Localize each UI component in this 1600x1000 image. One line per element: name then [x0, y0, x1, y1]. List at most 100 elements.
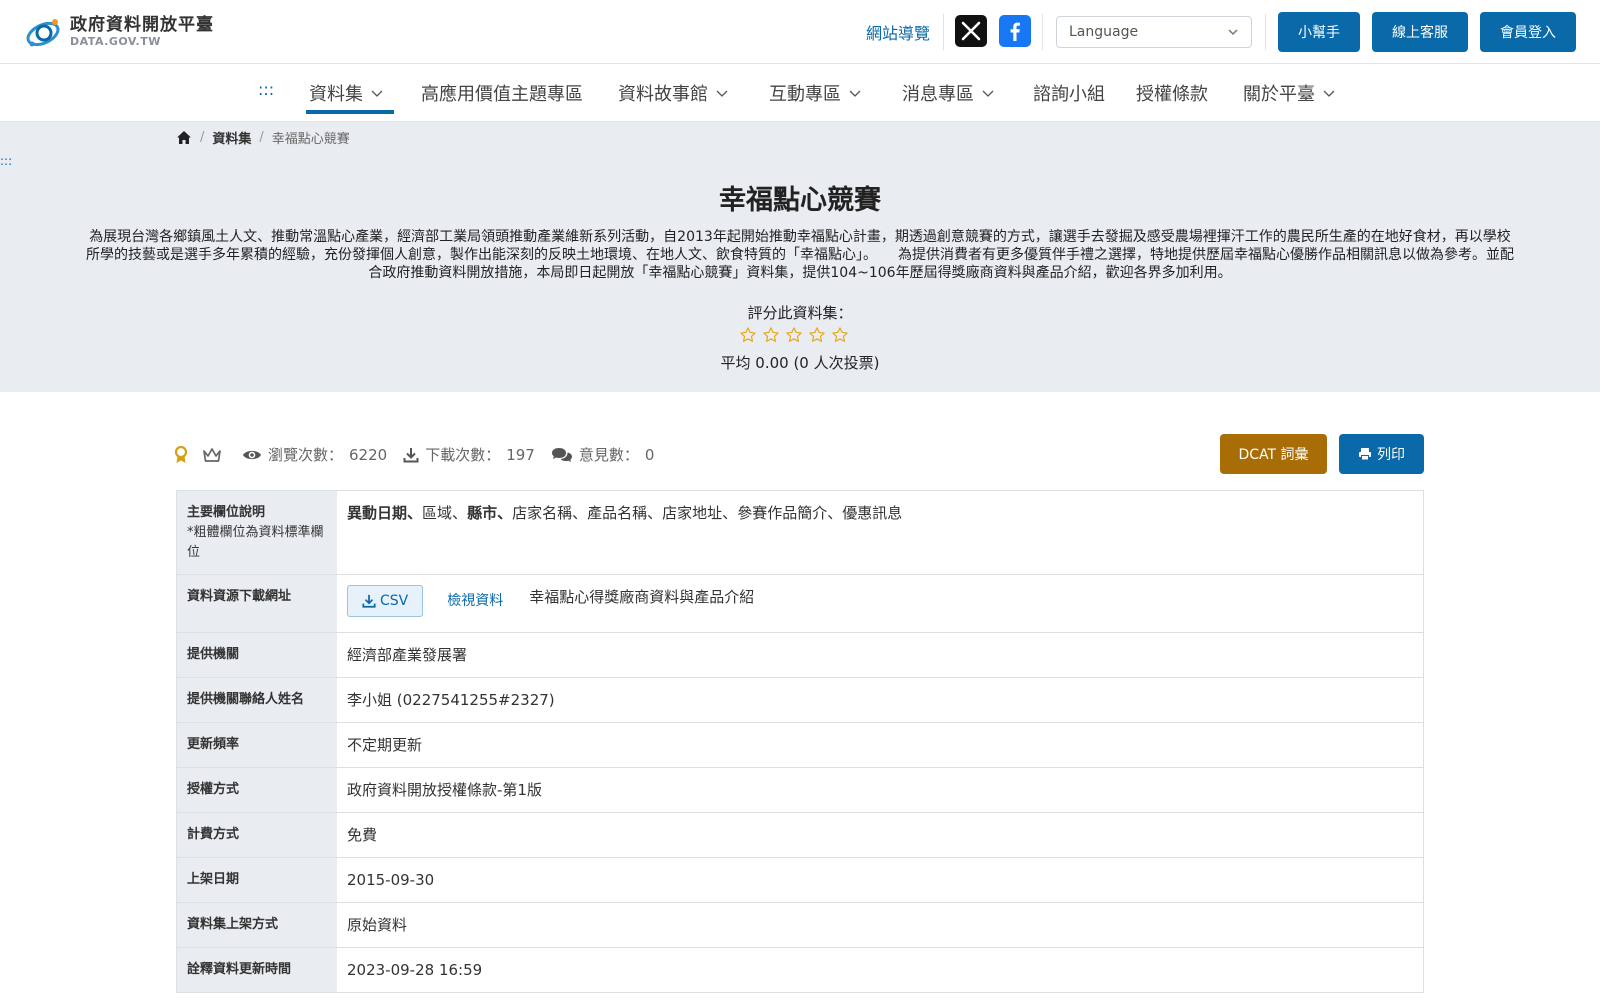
- row-value: 政府資料開放授權條款-第1版: [337, 768, 1423, 812]
- print-button[interactable]: 列印: [1339, 434, 1424, 474]
- accessibility-anchor[interactable]: :::: [258, 80, 274, 99]
- row-value: 不定期更新: [337, 723, 1423, 767]
- nav-label: 諮詢小組: [1033, 84, 1105, 105]
- nav-news[interactable]: 消息專區: [902, 80, 994, 106]
- online-service-button[interactable]: 線上客服: [1372, 12, 1468, 52]
- language-select-value: Language: [1069, 24, 1139, 40]
- star-icon[interactable]: [831, 326, 849, 344]
- resource-name: 幸福點心得獎廠商資料與產品介紹: [529, 588, 755, 606]
- table-row: 計費方式 免費: [177, 813, 1423, 858]
- nav-advisory[interactable]: 諮詢小組: [1033, 80, 1105, 106]
- crown-icon: [202, 447, 222, 463]
- nav-label: 授權條款: [1136, 84, 1208, 105]
- fields-label: 主要欄位說明: [187, 505, 266, 520]
- nav-active-indicator: [306, 110, 394, 114]
- nav-label: 互動專區: [769, 84, 841, 105]
- dcat-vocabulary-button[interactable]: DCAT 詞彙: [1220, 434, 1327, 474]
- row-label: 上架日期: [177, 858, 337, 902]
- logo-icon: [24, 12, 64, 52]
- chevron-down-icon: [716, 90, 728, 97]
- nav-interaction[interactable]: 互動專區: [769, 80, 861, 106]
- field-name: 店家地址: [662, 504, 723, 522]
- table-row: 更新頻率 不定期更新: [177, 723, 1423, 768]
- nav-datasets[interactable]: 資料集: [309, 80, 383, 106]
- nav-label: 資料故事館: [618, 84, 708, 105]
- breadcrumb: / 資料集 / 幸福點心競賽: [176, 128, 350, 147]
- language-select[interactable]: Language: [1056, 16, 1252, 48]
- nav-license[interactable]: 授權條款: [1136, 80, 1208, 106]
- row-label: 計費方式: [177, 813, 337, 857]
- rating-label: 評分此資料集：: [747, 304, 853, 322]
- field-name: 店家名稱: [512, 504, 573, 522]
- x-share-button[interactable]: [955, 15, 987, 47]
- star-icon[interactable]: [808, 326, 826, 344]
- row-value: 免費: [337, 813, 1423, 857]
- facebook-share-button[interactable]: [999, 15, 1031, 47]
- helper-button[interactable]: 小幫手: [1278, 12, 1360, 52]
- resource-cell: CSV 檢視資料 幸福點心得獎廠商資料與產品介紹: [337, 575, 1423, 632]
- row-label: 提供機關聯絡人姓名: [177, 678, 337, 722]
- row-label: 資料集上架方式: [177, 903, 337, 947]
- chevron-down-icon: [849, 90, 861, 97]
- fields-header: 主要欄位說明 *粗體欄位為資料標準欄位: [177, 491, 337, 574]
- chevron-down-icon: [1228, 29, 1238, 36]
- table-row: 提供機關聯絡人姓名 李小姐 (0227541255#2327): [177, 678, 1423, 723]
- award-icon: [174, 445, 188, 464]
- chevron-down-icon: [982, 90, 994, 97]
- nav-high-value-themes[interactable]: 高應用價值主題專區: [421, 80, 583, 106]
- home-icon[interactable]: [176, 130, 192, 145]
- fields-list: 異動日期、區域、縣市、店家名稱、產品名稱、店家地址、參賽作品簡介、優惠訊息: [337, 491, 1423, 574]
- star-icon[interactable]: [785, 326, 803, 344]
- nav-label: 資料集: [309, 84, 363, 105]
- table-row: 主要欄位說明 *粗體欄位為資料標準欄位 異動日期、區域、縣市、店家名稱、產品名稱…: [177, 491, 1423, 575]
- table-row: 提供機關 經濟部產業發展署: [177, 633, 1423, 678]
- row-value: 李小姐 (0227541255#2327): [337, 678, 1423, 722]
- star-icon[interactable]: [739, 326, 757, 344]
- nav-about[interactable]: 關於平臺: [1243, 80, 1335, 106]
- view-data-link[interactable]: 檢視資料: [447, 591, 503, 611]
- download-icon: [403, 447, 419, 463]
- fields-note: *粗體欄位為資料標準欄位: [187, 525, 324, 560]
- downloads-count: 197: [506, 445, 535, 464]
- field-name: 區域: [422, 504, 453, 522]
- row-label: 更新頻率: [177, 723, 337, 767]
- breadcrumb-datasets[interactable]: 資料集: [212, 128, 251, 147]
- views-count: 6220: [349, 445, 388, 464]
- divider: [1042, 14, 1043, 50]
- resource-header: 資料資源下載網址: [177, 575, 337, 632]
- table-row: 詮釋資料更新時間 2023-09-28 16:59: [177, 948, 1423, 993]
- downloads-stat: 下載次數： 197: [403, 444, 535, 465]
- print-label: 列印: [1377, 447, 1405, 463]
- dataset-stats: 瀏覽次數： 6220 下載次數： 197 意見數： 0: [174, 444, 670, 465]
- star-icon[interactable]: [762, 326, 780, 344]
- page-title: 幸福點心競賽: [719, 185, 881, 216]
- nav-data-stories[interactable]: 資料故事館: [618, 80, 728, 106]
- table-row: 資料集上架方式 原始資料: [177, 903, 1423, 948]
- table-row: 授權方式 政府資料開放授權條款-第1版: [177, 768, 1423, 813]
- comments-label: 意見數：: [578, 446, 639, 464]
- x-logo-icon: [961, 21, 981, 41]
- field-name: 優惠訊息: [842, 504, 903, 522]
- sitemap-link[interactable]: 網站導覽: [866, 20, 930, 44]
- dataset-info-table: 主要欄位說明 *粗體欄位為資料標準欄位 異動日期、區域、縣市、店家名稱、產品名稱…: [176, 490, 1424, 993]
- nav-label: 消息專區: [902, 84, 974, 105]
- views-stat: 瀏覽次數： 6220: [242, 444, 387, 465]
- accessibility-anchor[interactable]: :::: [0, 154, 12, 168]
- field-name: 縣市: [467, 504, 498, 522]
- field-name: 產品名稱: [587, 504, 648, 522]
- row-value: 2015-09-30: [337, 858, 1423, 902]
- csv-download-button[interactable]: CSV: [347, 585, 424, 617]
- printer-icon: [1359, 448, 1371, 461]
- csv-label: CSV: [380, 593, 409, 609]
- member-login-button[interactable]: 會員登入: [1480, 12, 1576, 52]
- agency-link[interactable]: 經濟部產業發展署: [337, 633, 1423, 677]
- breadcrumb-current: 幸福點心競賽: [271, 132, 350, 147]
- top-header: 政府資料開放平臺 DATA.GOV.TW 網站導覽 Language 小幫手 線…: [0, 0, 1600, 64]
- row-value: 2023-09-28 16:59: [337, 948, 1423, 992]
- site-logo[interactable]: 政府資料開放平臺 DATA.GOV.TW: [24, 12, 214, 52]
- downloads-label: 下載次數：: [425, 446, 501, 464]
- dataset-description: 為展現台灣各鄉鎮風土人文、推動常溫點心產業，經濟部工業局領頭推動產業維新系列活動…: [86, 229, 1514, 281]
- views-label: 瀏覽次數：: [268, 446, 344, 464]
- comments-stat: 意見數： 0: [551, 444, 654, 465]
- field-name: 參賽作品簡介: [737, 504, 828, 522]
